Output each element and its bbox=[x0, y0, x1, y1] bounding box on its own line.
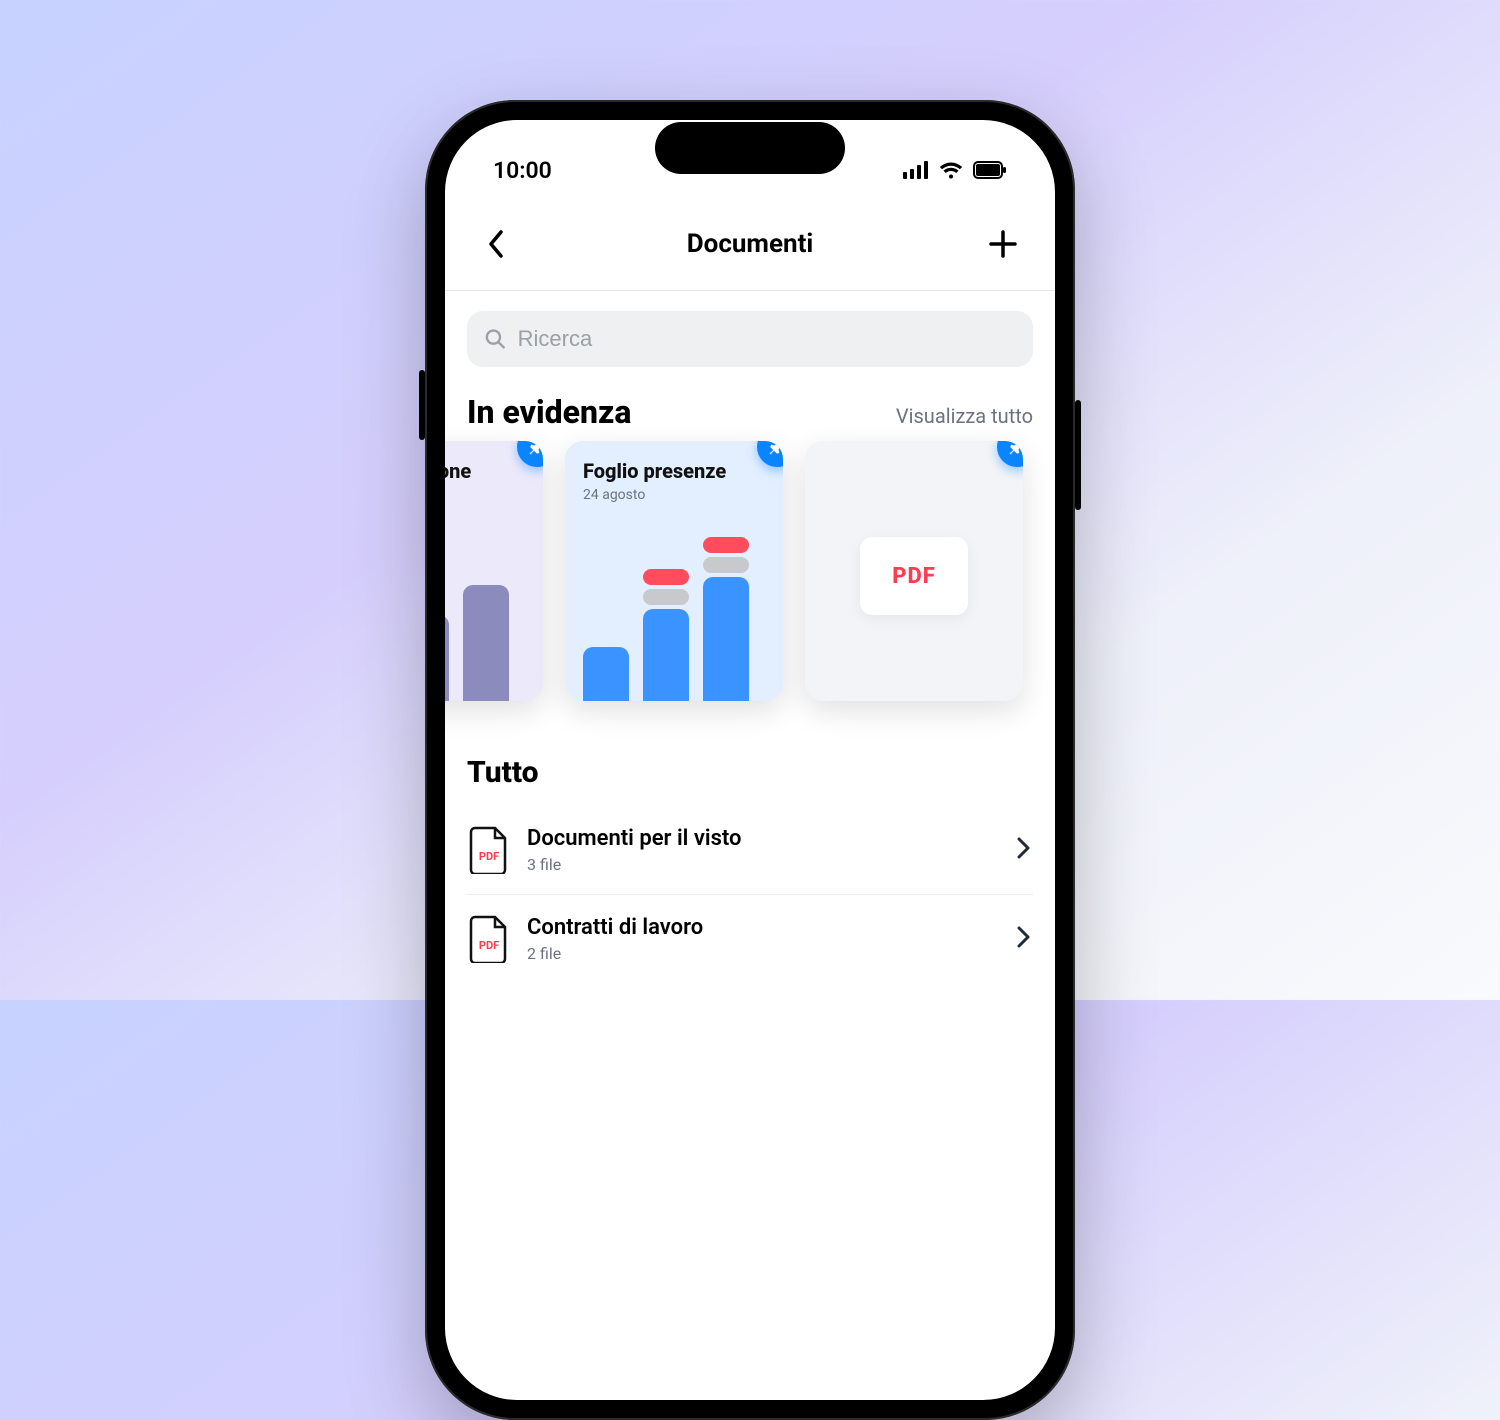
divider bbox=[445, 290, 1055, 291]
highlight-title: In evidenza bbox=[467, 393, 631, 431]
chevron-right-icon bbox=[1017, 926, 1031, 952]
status-time: 10:00 bbox=[493, 157, 552, 184]
list-item[interactable]: PDF Documenti per il visto 3 file bbox=[467, 806, 1033, 895]
pdf-file-icon: PDF bbox=[469, 826, 509, 874]
chevron-right-icon bbox=[1017, 837, 1031, 863]
list-item[interactable]: PDF Contratti di lavoro 2 file bbox=[467, 895, 1033, 983]
highlight-header: In evidenza Visualizza tutto bbox=[445, 387, 1055, 441]
bars-icon bbox=[583, 577, 765, 701]
search-field[interactable] bbox=[467, 311, 1033, 367]
item-name: Contratti di lavoro bbox=[527, 915, 999, 940]
nav-bar: Documenti bbox=[445, 200, 1055, 290]
pin-icon bbox=[768, 441, 783, 456]
svg-text:PDF: PDF bbox=[479, 850, 499, 863]
svg-text:PDF: PDF bbox=[479, 939, 499, 952]
item-name: Documenti per il visto bbox=[527, 826, 999, 851]
highlight-card-pianificazione[interactable]: Pianificazione 24 agosto bbox=[445, 441, 543, 701]
screen: 10:00 Documenti In evidenza bbox=[445, 120, 1055, 1400]
card-date: 24 agosto bbox=[583, 487, 765, 503]
highlight-cards: Pianificazione 24 agosto Foglio presenze… bbox=[445, 441, 1055, 721]
add-button[interactable] bbox=[981, 222, 1025, 266]
pin-badge bbox=[997, 441, 1023, 467]
status-indicators bbox=[903, 161, 1007, 179]
dynamic-island bbox=[655, 122, 845, 174]
cellular-icon bbox=[903, 161, 929, 179]
plus-icon bbox=[989, 230, 1017, 258]
pdf-file-icon: PDF bbox=[469, 915, 509, 963]
highlight-card-foglio-presenze[interactable]: Foglio presenze 24 agosto bbox=[565, 441, 783, 701]
item-meta: 3 file bbox=[527, 855, 999, 874]
bars-icon bbox=[445, 585, 525, 701]
page-title: Documenti bbox=[687, 229, 814, 259]
view-all-link[interactable]: Visualizza tutto bbox=[896, 404, 1033, 428]
card-title: Foglio presenze bbox=[583, 459, 765, 483]
phone-frame: 10:00 Documenti In evidenza bbox=[425, 100, 1075, 1420]
search-icon bbox=[485, 328, 506, 350]
battery-icon bbox=[973, 161, 1007, 179]
card-date: 24 agosto bbox=[445, 487, 525, 503]
pin-icon bbox=[528, 441, 543, 456]
chevron-left-icon bbox=[487, 230, 507, 258]
all-list: PDF Documenti per il visto 3 file PDF Co… bbox=[445, 800, 1055, 989]
search-input[interactable] bbox=[518, 326, 1015, 352]
back-button[interactable] bbox=[475, 222, 519, 266]
all-title: Tutto bbox=[445, 721, 1055, 800]
wifi-icon bbox=[939, 161, 963, 179]
pdf-chip: PDF bbox=[860, 537, 968, 615]
card-title: Pianificazione bbox=[445, 459, 525, 483]
item-meta: 2 file bbox=[527, 944, 999, 963]
pin-icon bbox=[1008, 441, 1023, 456]
highlight-card-pdf[interactable]: PDF bbox=[805, 441, 1023, 701]
